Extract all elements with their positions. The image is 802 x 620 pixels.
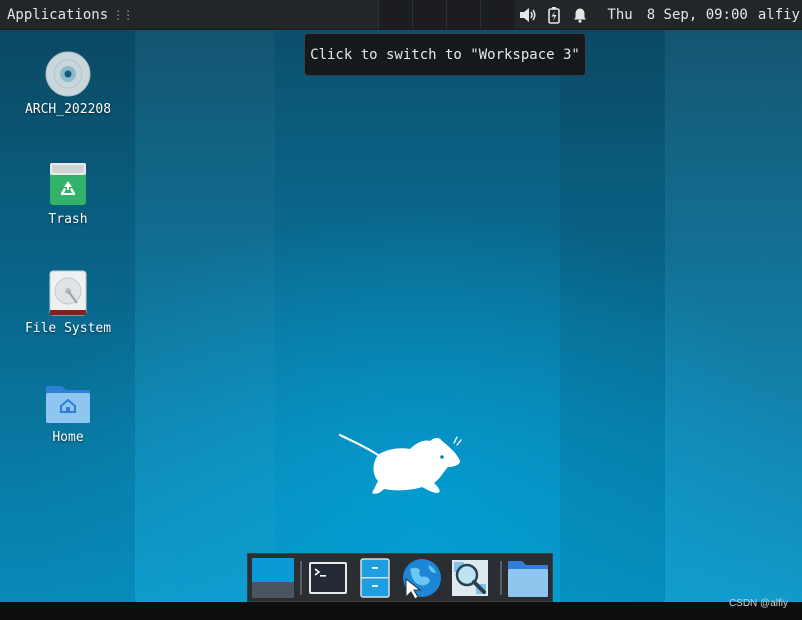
wallpaper-stripe [665, 29, 802, 602]
clock-day[interactable]: Thu [607, 7, 632, 23]
panel-grip-icon[interactable]: ⋮⋮ [112, 8, 134, 22]
workspace-3-button[interactable] [446, 0, 480, 29]
watermark: CSDN @alfiy [728, 598, 788, 609]
desktop-background[interactable] [0, 29, 802, 602]
app-finder-icon[interactable] [448, 557, 492, 599]
top-panel: Applications ⋮⋮ Thu 8 Sep, 09:00 alfiy [0, 0, 802, 30]
workspace-1-button[interactable] [378, 0, 412, 29]
web-browser-icon[interactable] [400, 557, 444, 599]
battery-icon[interactable] [545, 6, 563, 24]
user-menu[interactable]: alfiy [758, 7, 800, 23]
wallpaper-stripe [135, 29, 275, 602]
hard-drive-icon [49, 270, 87, 316]
bottom-dock [247, 553, 553, 602]
desktop-icon-home[interactable]: Home [18, 378, 118, 445]
desktop-icon-file-system[interactable]: File System [18, 269, 118, 336]
bell-icon[interactable] [571, 6, 589, 24]
workspace-4-button[interactable] [480, 0, 514, 29]
optical-disc-icon [45, 51, 91, 97]
tooltip-text: Click to switch to "Workspace 3" [310, 46, 580, 63]
desktop-icon-arch-disc[interactable]: ARCH_202208 [18, 50, 118, 117]
trash-icon [50, 163, 86, 205]
home-folder-icon [46, 386, 90, 423]
show-desktop-icon[interactable] [251, 557, 295, 599]
desktop-icon-label: Trash [48, 212, 88, 227]
desktop-icon-label: Home [52, 430, 84, 445]
volume-icon[interactable] [519, 6, 537, 24]
wallpaper-stripe [560, 29, 665, 602]
applications-menu-button[interactable]: Applications ⋮⋮ [0, 0, 134, 29]
bottom-edge [0, 602, 802, 620]
workspace-switcher[interactable] [378, 0, 514, 29]
applications-label: Applications [7, 6, 109, 23]
desktop-icon-trash[interactable]: Trash [18, 160, 118, 227]
xfce-mouse-logo [338, 433, 462, 494]
terminal-icon[interactable] [306, 557, 350, 599]
desktop-icon-label: File System [24, 321, 112, 336]
panel-tray: Thu 8 Sep, 09:00 alfiy [515, 0, 802, 29]
workspace-2-button[interactable] [412, 0, 446, 29]
file-manager-icon[interactable] [353, 557, 397, 599]
desktop-icon-label: ARCH_202208 [24, 102, 112, 117]
workspace-tooltip: Click to switch to "Workspace 3" [304, 33, 586, 76]
dock-separator [500, 561, 502, 595]
clock-date[interactable]: 8 Sep, 09:00 [647, 7, 748, 23]
dock-separator [300, 561, 302, 595]
folder-icon[interactable] [506, 557, 550, 599]
